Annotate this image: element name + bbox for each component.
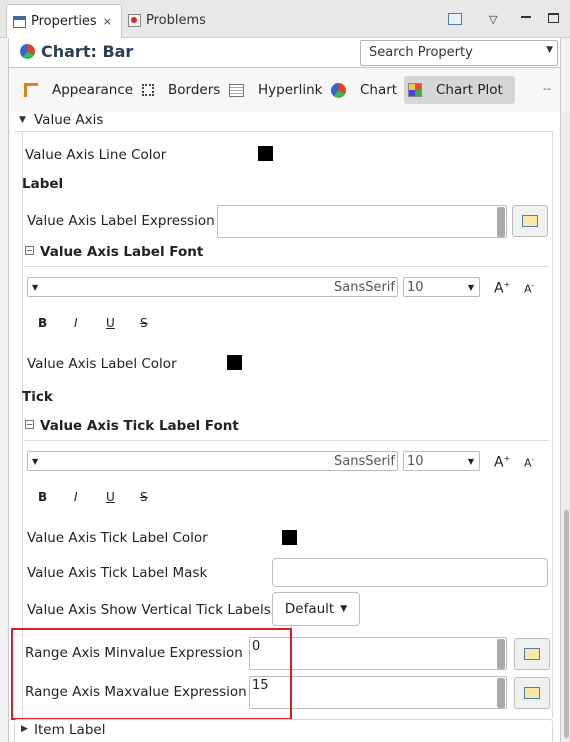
collapse-tick-label-font-icon[interactable]: −	[25, 420, 34, 429]
italic-button[interactable]: I	[74, 316, 78, 330]
value-axis-label-expression-label: Value Axis Label Expression	[27, 213, 215, 229]
value-axis-label-expression-field[interactable]	[217, 205, 507, 238]
view-menu-icon[interactable]: ▽	[489, 13, 497, 26]
hyperlink-icon	[229, 83, 244, 97]
increase-font-icon: A	[494, 280, 504, 297]
label-font-size-value: 10	[407, 279, 424, 295]
value-axis-label-color-swatch[interactable]	[227, 355, 242, 370]
label-expression-editor-button[interactable]	[512, 205, 548, 237]
expand-item-label-icon[interactable]: ▶	[21, 724, 28, 734]
value-axis-line-color-swatch[interactable]	[258, 146, 273, 161]
tab-problems[interactable]: Problems	[124, 6, 224, 34]
chevron-down-icon[interactable]: ▼	[546, 45, 553, 55]
label-font-name-value: SansSerif	[333, 279, 395, 295]
more-toolbar-button[interactable]: --	[543, 82, 551, 95]
expression-editor-icon	[522, 215, 538, 227]
chevron-down-icon: ▼	[32, 282, 39, 292]
value-axis-show-vertical-label: Value Axis Show Vertical Tick Labels	[27, 602, 271, 618]
chart-button[interactable]: Chart	[331, 76, 397, 104]
label-font-name-select[interactable]: ▼ SansSerif	[27, 277, 398, 297]
value-axis-label-font-heading: Value Axis Label Font	[40, 244, 204, 260]
value-axis-divider	[14, 131, 553, 132]
scrollbar-thumb[interactable]	[564, 510, 569, 738]
range-min-expression-editor-button[interactable]	[514, 638, 550, 670]
chevron-down-icon: ▼	[467, 282, 474, 292]
underline-button[interactable]: U	[106, 316, 115, 330]
range-max-expression-editor-button[interactable]	[514, 677, 550, 709]
hyperlink-label: Hyperlink	[258, 82, 323, 98]
tick-increase-font-button[interactable]: A+	[494, 454, 510, 471]
chart-label: Chart	[360, 82, 398, 98]
label-heading: Label	[22, 176, 64, 192]
borders-button[interactable]: Borders	[142, 76, 220, 104]
tick-font-divider	[24, 440, 549, 441]
tick-decrease-font-button[interactable]: A-	[524, 456, 534, 470]
tick-font-size-select[interactable]: 10 ▼	[403, 451, 480, 471]
show-vertical-tick-labels-select[interactable]: Default ▼	[272, 592, 360, 626]
tick-italic-button[interactable]: I	[74, 490, 78, 504]
increase-font-icon: A	[494, 454, 504, 471]
decrease-font-button[interactable]: A-	[524, 282, 534, 296]
range-axis-highlight-box	[11, 628, 292, 720]
tick-strikethrough-button[interactable]: S	[140, 490, 148, 504]
tick-font-name-select[interactable]: ▼ SansSerif	[27, 451, 398, 471]
properties-icon	[13, 15, 26, 28]
chevron-down-icon: ▼	[340, 604, 348, 614]
borders-icon	[142, 84, 154, 96]
chart-plot-label: Chart Plot	[436, 82, 503, 98]
label-expression-scrollbar[interactable]	[497, 207, 505, 237]
value-axis-line-color-label: Value Axis Line Color	[25, 147, 167, 163]
value-axis-section-label[interactable]: Value Axis	[34, 112, 103, 128]
tick-font-size-value: 10	[407, 453, 424, 469]
label-font-size-select[interactable]: 10 ▼	[403, 277, 480, 297]
chevron-down-icon: ▼	[32, 456, 39, 466]
strikethrough-button[interactable]: S	[140, 316, 148, 330]
tab-properties[interactable]: Properties ⨯	[6, 4, 122, 38]
tab-problems-label: Problems	[146, 12, 206, 28]
chart-icon	[20, 44, 35, 59]
page-title: Chart: Bar	[41, 42, 134, 61]
value-axis-label-color-label: Value Axis Label Color	[27, 356, 177, 372]
value-axis-tick-label-mask-label: Value Axis Tick Label Mask	[27, 565, 208, 581]
value-axis-tick-label-color-label: Value Axis Tick Label Color	[27, 530, 208, 546]
decrease-font-icon: A	[524, 456, 532, 470]
value-axis-tick-label-mask-field[interactable]	[272, 558, 548, 587]
increase-font-button[interactable]: A+	[494, 280, 510, 297]
expression-editor-icon	[524, 648, 540, 660]
tick-underline-button[interactable]: U	[106, 490, 115, 504]
maximize-icon[interactable]	[548, 13, 559, 23]
appearance-icon	[24, 83, 38, 97]
bold-button[interactable]: B	[38, 316, 47, 330]
chevron-down-icon: ▼	[467, 456, 474, 466]
value-axis-tick-label-font-heading: Value Axis Tick Label Font	[40, 418, 239, 434]
search-property-input[interactable]: Search Property ▼	[360, 40, 558, 66]
problems-icon	[128, 13, 141, 27]
decrease-font-icon: A	[524, 282, 532, 296]
default-option-label: Default	[284, 601, 335, 617]
search-placeholder: Search Property	[369, 45, 473, 60]
range-max-scrollbar[interactable]	[497, 678, 505, 708]
close-icon[interactable]: ⨯	[103, 15, 112, 28]
expression-editor-icon	[524, 687, 540, 699]
tab-properties-label: Properties	[31, 14, 97, 29]
tick-bold-button[interactable]: B	[38, 490, 47, 504]
pin-view-icon[interactable]	[448, 13, 462, 25]
label-font-divider	[24, 266, 549, 267]
hyperlink-button[interactable]: Hyperlink	[229, 76, 322, 104]
tick-font-name-value: SansSerif	[333, 453, 395, 469]
appearance-button[interactable]: Appearance	[24, 76, 133, 104]
chart-plot-icon	[408, 83, 422, 97]
range-min-scrollbar[interactable]	[497, 639, 505, 669]
tick-heading: Tick	[22, 389, 53, 405]
appearance-label: Appearance	[52, 82, 134, 98]
collapse-value-axis-icon[interactable]: ▼	[19, 115, 26, 125]
value-axis-tick-label-color-swatch[interactable]	[282, 530, 297, 545]
collapse-label-font-icon[interactable]: −	[25, 246, 34, 255]
item-label-section-label[interactable]: Item Label	[34, 722, 105, 738]
chart-pie-icon	[331, 82, 346, 98]
minimize-icon[interactable]	[521, 16, 531, 18]
borders-label: Borders	[168, 82, 221, 98]
chart-plot-button[interactable]: Chart Plot	[404, 76, 515, 104]
